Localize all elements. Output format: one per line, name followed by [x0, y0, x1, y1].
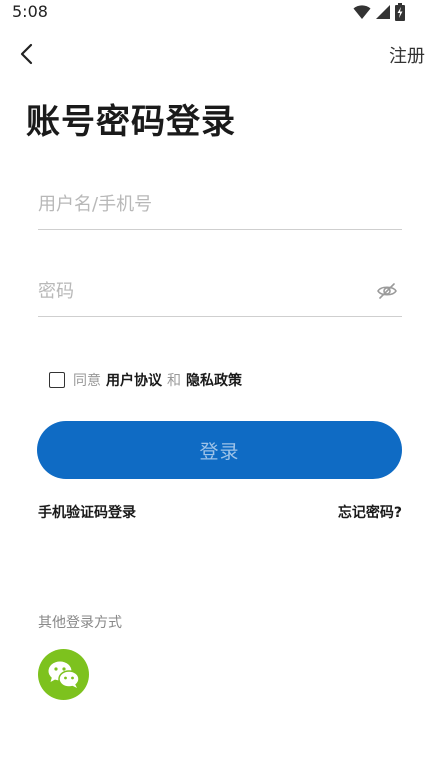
agreement-row: 同意 用户协议 和 隐私政策 [49, 368, 242, 392]
agreement-prefix: 同意 [73, 373, 101, 389]
login-button[interactable]: 登录 [37, 421, 402, 479]
agreement-checkbox[interactable] [49, 372, 65, 388]
battery-charging-icon [395, 3, 405, 21]
sms-login-link[interactable]: 手机验证码登录 [38, 502, 136, 522]
username-input[interactable] [38, 181, 358, 227]
wechat-login-button[interactable] [38, 649, 89, 700]
other-login-label: 其他登录方式 [38, 615, 122, 631]
eye-off-icon[interactable] [376, 280, 398, 302]
back-button[interactable] [14, 40, 38, 68]
agreement-and: 和 [167, 373, 181, 389]
username-field [38, 181, 402, 230]
status-time: 5:08 [12, 2, 48, 21]
user-agreement-link[interactable]: 用户协议 [106, 370, 162, 390]
password-input[interactable] [38, 268, 358, 314]
register-link[interactable]: 注册 [389, 42, 425, 68]
wechat-icon [48, 661, 80, 688]
page-title: 账号密码登录 [26, 102, 236, 142]
password-field [38, 268, 402, 317]
wifi-icon [353, 5, 371, 19]
chevron-left-icon [20, 43, 33, 65]
status-bar: 5:08 [0, 0, 433, 24]
forgot-password-link[interactable]: 忘记密码? [338, 502, 402, 522]
status-icons [353, 3, 405, 21]
header: 注册 [0, 36, 433, 72]
cell-signal-icon [376, 5, 390, 19]
privacy-policy-link[interactable]: 隐私政策 [186, 370, 242, 390]
